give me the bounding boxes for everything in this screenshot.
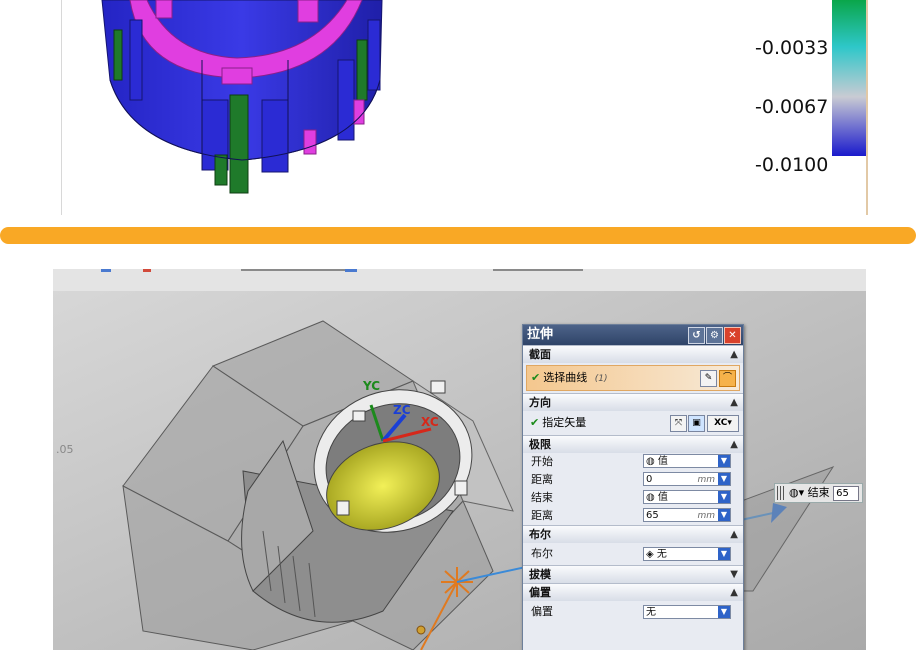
- end-distance-row: 距离 65 mm ▼: [523, 507, 743, 525]
- legend-value-3: -0.0100: [755, 154, 829, 176]
- start-label: 开始: [531, 455, 553, 468]
- vector-dialog-icon[interactable]: ▣: [688, 415, 705, 432]
- start-row: 开始 ◍ 值 ▼: [523, 453, 743, 471]
- specify-vector-label: 指定矢量: [542, 416, 587, 429]
- cad-viewport-panel: .05 YC ZC XC 拉伸 ↺ ⚙ ✕ 截面 ▲ ✔ 选择曲线 (1) ✎ ⌒…: [53, 269, 866, 650]
- start-distance-label: 距离: [531, 473, 553, 486]
- section-header-draft[interactable]: 拔模 ▼: [523, 565, 743, 583]
- boolean-select[interactable]: ◈ 无 ▼: [643, 547, 731, 561]
- section-header-offset[interactable]: 偏置 ▲: [523, 583, 743, 601]
- start-distance-row: 距离 0 mm ▼: [523, 471, 743, 489]
- start-distance-value: 0: [646, 474, 653, 485]
- select-curve-label: 选择曲线: [543, 371, 588, 384]
- section-label: 截面: [529, 348, 551, 361]
- legend-value-2: -0.0067: [755, 96, 829, 118]
- start-value: 值: [657, 456, 668, 467]
- section-header-boolean[interactable]: 布尔 ▲: [523, 525, 743, 543]
- value-type-icon[interactable]: ◍▾: [789, 486, 804, 499]
- specify-vector-row[interactable]: ✔ 指定矢量 ⤧ ▣ XC▾: [523, 411, 743, 435]
- boolean-value: 无: [656, 549, 667, 560]
- panel-edge: [866, 0, 868, 215]
- end-value: 值: [657, 492, 668, 503]
- offset-row: 偏置 无 ▼: [523, 601, 743, 623]
- xc-button-label: XC: [714, 418, 728, 428]
- color-scale-bar: [832, 0, 866, 156]
- dialog-title-bar[interactable]: 拉伸 ↺ ⚙ ✕: [523, 325, 743, 345]
- check-icon: ✔: [530, 416, 540, 429]
- drag-grip-icon[interactable]: [777, 486, 785, 500]
- boolean-row: 布尔 ◈ 无 ▼: [523, 543, 743, 565]
- end-widget-label: 结束: [807, 486, 830, 499]
- end-select[interactable]: ◍ 值 ▼: [643, 490, 731, 504]
- chevron-down-icon[interactable]: ▼: [730, 566, 738, 583]
- select-curve-row[interactable]: ✔ 选择曲线 (1) ✎ ⌒: [526, 365, 740, 391]
- coordinate-readout: .05: [56, 443, 74, 456]
- boolean-section-label: 布尔: [529, 528, 551, 541]
- check-icon: ✔: [531, 371, 541, 384]
- xc-axis-label: XC: [421, 415, 439, 429]
- chevron-up-icon[interactable]: ▲: [730, 346, 738, 363]
- section-divider: [0, 227, 916, 244]
- chevron-down-icon[interactable]: ▼: [718, 491, 730, 503]
- unit-label: mm: [697, 511, 715, 521]
- end-distance-value: 65: [646, 510, 659, 521]
- offset-value: 无: [646, 607, 656, 618]
- end-label: 结束: [531, 491, 553, 504]
- legend-value-1: -0.0033: [755, 37, 829, 59]
- boolean-label: 布尔: [531, 547, 553, 560]
- dialog-title: 拉伸: [527, 327, 554, 342]
- end-widget-input[interactable]: 65: [833, 485, 860, 501]
- chevron-up-icon[interactable]: ▲: [730, 584, 738, 601]
- deformation-model-view[interactable]: [62, 0, 862, 215]
- section-header-direction[interactable]: 方向 ▲: [523, 393, 743, 411]
- chevron-down-icon[interactable]: ▼: [718, 509, 730, 521]
- end-distance-label: 距离: [531, 509, 553, 522]
- end-distance-input[interactable]: 65 mm ▼: [643, 508, 731, 522]
- 3d-model-view[interactable]: [53, 291, 866, 650]
- chevron-down-icon[interactable]: ▼: [718, 473, 730, 485]
- chevron-down-icon[interactable]: ▼: [718, 548, 730, 560]
- extrude-dialog[interactable]: 拉伸 ↺ ⚙ ✕ 截面 ▲ ✔ 选择曲线 (1) ✎ ⌒ 方向 ▲ ✔ 指定矢量 ⤧…: [522, 324, 744, 650]
- select-curve-count: (1): [594, 374, 608, 384]
- chevron-down-icon[interactable]: ▼: [718, 606, 730, 618]
- chevron-down-icon[interactable]: ▼: [718, 455, 730, 467]
- offset-section-label: 偏置: [529, 586, 551, 599]
- end-distance-widget[interactable]: ◍▾ 结束 65: [774, 483, 864, 503]
- chevron-up-icon[interactable]: ▲: [730, 436, 738, 453]
- section-header-section[interactable]: 截面 ▲: [523, 345, 743, 363]
- offset-label: 偏置: [531, 605, 553, 618]
- chevron-up-icon[interactable]: ▲: [730, 526, 738, 543]
- result-plot-panel: -0.0033 -0.0067 -0.0100: [61, 0, 871, 215]
- settings-icon[interactable]: ⚙: [706, 327, 723, 344]
- reverse-direction-icon[interactable]: ⤧: [670, 415, 687, 432]
- direction-label: 方向: [529, 396, 551, 409]
- reset-icon[interactable]: ↺: [688, 327, 705, 344]
- unit-label: mm: [697, 475, 715, 485]
- end-row: 结束 ◍ 值 ▼: [523, 489, 743, 507]
- limits-label: 极限: [529, 438, 551, 451]
- sketch-section-icon[interactable]: ✎: [700, 370, 717, 387]
- chevron-up-icon[interactable]: ▲: [730, 394, 738, 411]
- close-icon[interactable]: ✕: [724, 327, 741, 344]
- toolbar-strip: [53, 269, 866, 292]
- yc-axis-label: YC: [363, 379, 381, 393]
- zc-axis-label: ZC: [393, 403, 411, 417]
- vector-xc-dropdown[interactable]: XC▾: [707, 415, 739, 432]
- start-distance-input[interactable]: 0 mm ▼: [643, 472, 731, 486]
- draft-label: 拔模: [529, 568, 551, 581]
- curve-icon[interactable]: ⌒: [719, 370, 736, 387]
- offset-select[interactable]: 无 ▼: [643, 605, 731, 619]
- section-header-limits[interactable]: 极限 ▲: [523, 435, 743, 453]
- start-select[interactable]: ◍ 值 ▼: [643, 454, 731, 468]
